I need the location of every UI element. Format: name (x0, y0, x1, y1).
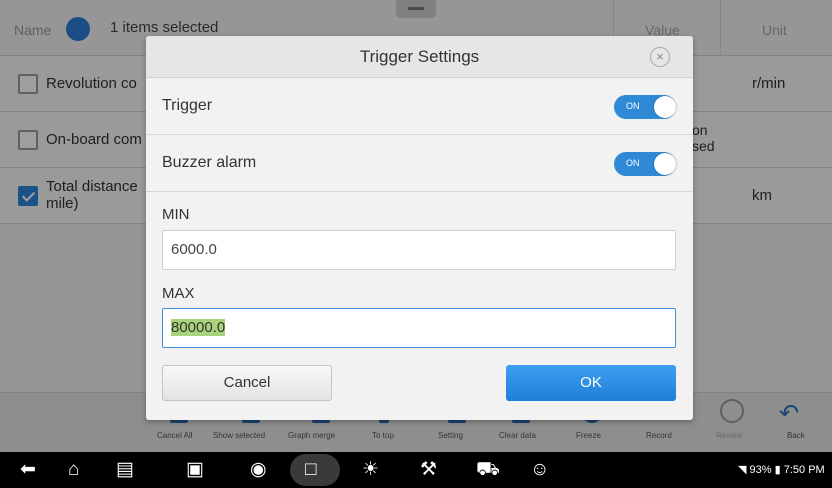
min-label: MIN (162, 206, 190, 223)
brightness-icon[interactable]: ☀ (362, 459, 379, 481)
wifi-icon: ◥ (738, 464, 747, 476)
trigger-settings-dialog: Trigger Settings × Trigger ON Buzzer ala… (146, 36, 693, 420)
buzzer-alarm-label: Buzzer alarm (162, 154, 257, 171)
dialog-title: Trigger Settings (146, 36, 693, 78)
max-label: MAX (162, 285, 195, 302)
buzzer-alarm-toggle[interactable]: ON (614, 152, 676, 176)
max-input[interactable]: 80000.0 (162, 308, 676, 348)
user-icon[interactable]: ☺ (530, 459, 549, 481)
system-navigation-bar: ⬅ ⌂ ▤ ▣ ◉ □ ☀ ⚒ ⛟ ☺ ◥ 93% ▮ 7:50 PM (0, 452, 832, 488)
buzzer-alarm-row: Buzzer alarm ON (146, 136, 693, 192)
screen-capture-icon[interactable]: □ (305, 459, 316, 481)
max-input-selected-text: 80000.0 (171, 319, 226, 336)
manager-icon[interactable]: ⚒ (420, 459, 437, 481)
recent-apps-icon[interactable]: ▣ (186, 459, 204, 481)
toggle-knob (654, 96, 676, 118)
close-icon[interactable]: × (650, 47, 670, 67)
status-area: ◥ 93% ▮ 7:50 PM (738, 463, 825, 476)
battery-percent: 93% (749, 464, 772, 476)
toggle-state-label: ON (626, 158, 640, 168)
clock: 7:50 PM (783, 464, 825, 476)
ok-button[interactable]: OK (506, 365, 676, 401)
trigger-label: Trigger (162, 97, 213, 114)
toggle-knob (654, 153, 676, 175)
battery-icon: ▮ (774, 464, 781, 476)
min-input[interactable]: 6000.0 (162, 230, 676, 270)
vci-icon[interactable]: ▤ (116, 459, 134, 481)
vehicle-icon[interactable]: ⛟ (476, 459, 500, 481)
trigger-setting-row: Trigger ON (146, 79, 693, 135)
browser-icon[interactable]: ◉ (250, 459, 267, 481)
back-icon[interactable]: ⬅ (20, 459, 36, 481)
cancel-button[interactable]: Cancel (162, 365, 332, 401)
toggle-state-label: ON (626, 101, 640, 111)
trigger-toggle[interactable]: ON (614, 95, 676, 119)
home-icon[interactable]: ⌂ (68, 459, 79, 481)
